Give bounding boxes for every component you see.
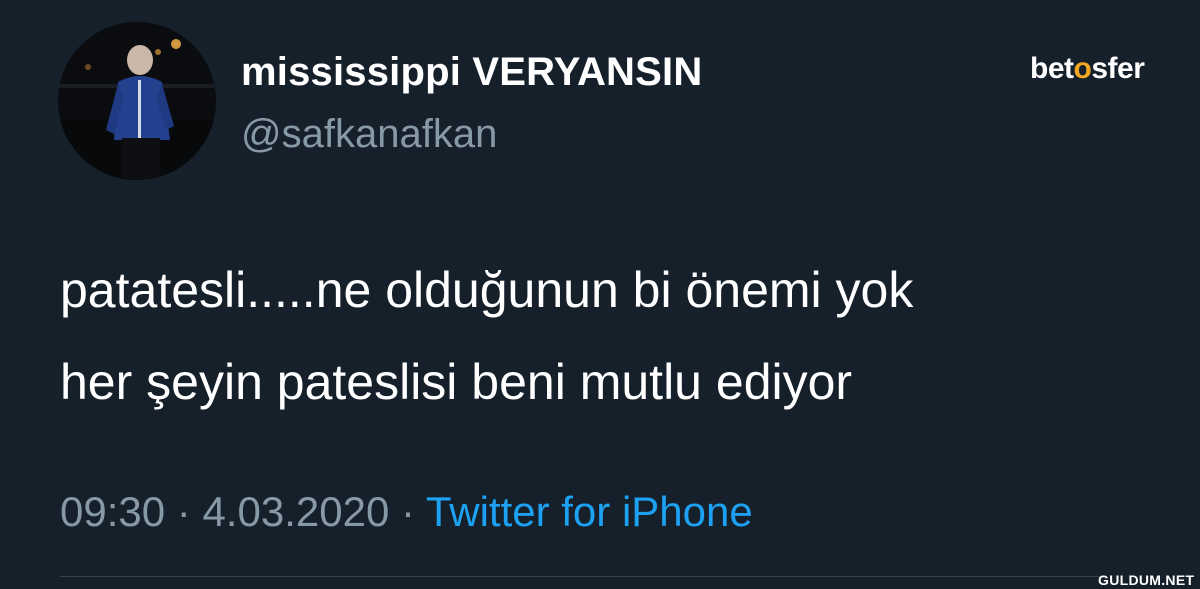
divider (60, 576, 1100, 577)
brand-o-icon: o (1073, 52, 1092, 85)
avatar[interactable] (58, 22, 216, 180)
display-name[interactable]: mississippi VERYANSIN (241, 50, 702, 95)
tweet-source-link[interactable]: Twitter for iPhone (426, 488, 753, 535)
betosfer-logo: betosfer (1030, 52, 1145, 85)
watermark: GULDUM.NET (1098, 572, 1195, 588)
tweet-date[interactable]: 4.03.2020 (202, 488, 389, 535)
tweet-text-line: patatesli.....ne olduğunun bi önemi yok (60, 262, 914, 318)
avatar-photo (58, 22, 216, 180)
tweet-text-line: her şeyin pateslisi beni mutlu ediyor (60, 354, 853, 410)
meta-separator: · (400, 488, 415, 535)
tweet-time[interactable]: 09:30 (60, 488, 165, 535)
tweet-meta: 09:30 · 4.03.2020 · Twitter for iPhone (60, 488, 753, 536)
tweet-text: patatesli.....ne olduğunun bi önemi yok … (60, 244, 1170, 428)
meta-separator: · (176, 488, 191, 535)
user-handle[interactable]: @safkanafkan (241, 112, 497, 157)
tweet-card: mississippi VERYANSIN @safkanafkan betos… (0, 0, 1200, 589)
